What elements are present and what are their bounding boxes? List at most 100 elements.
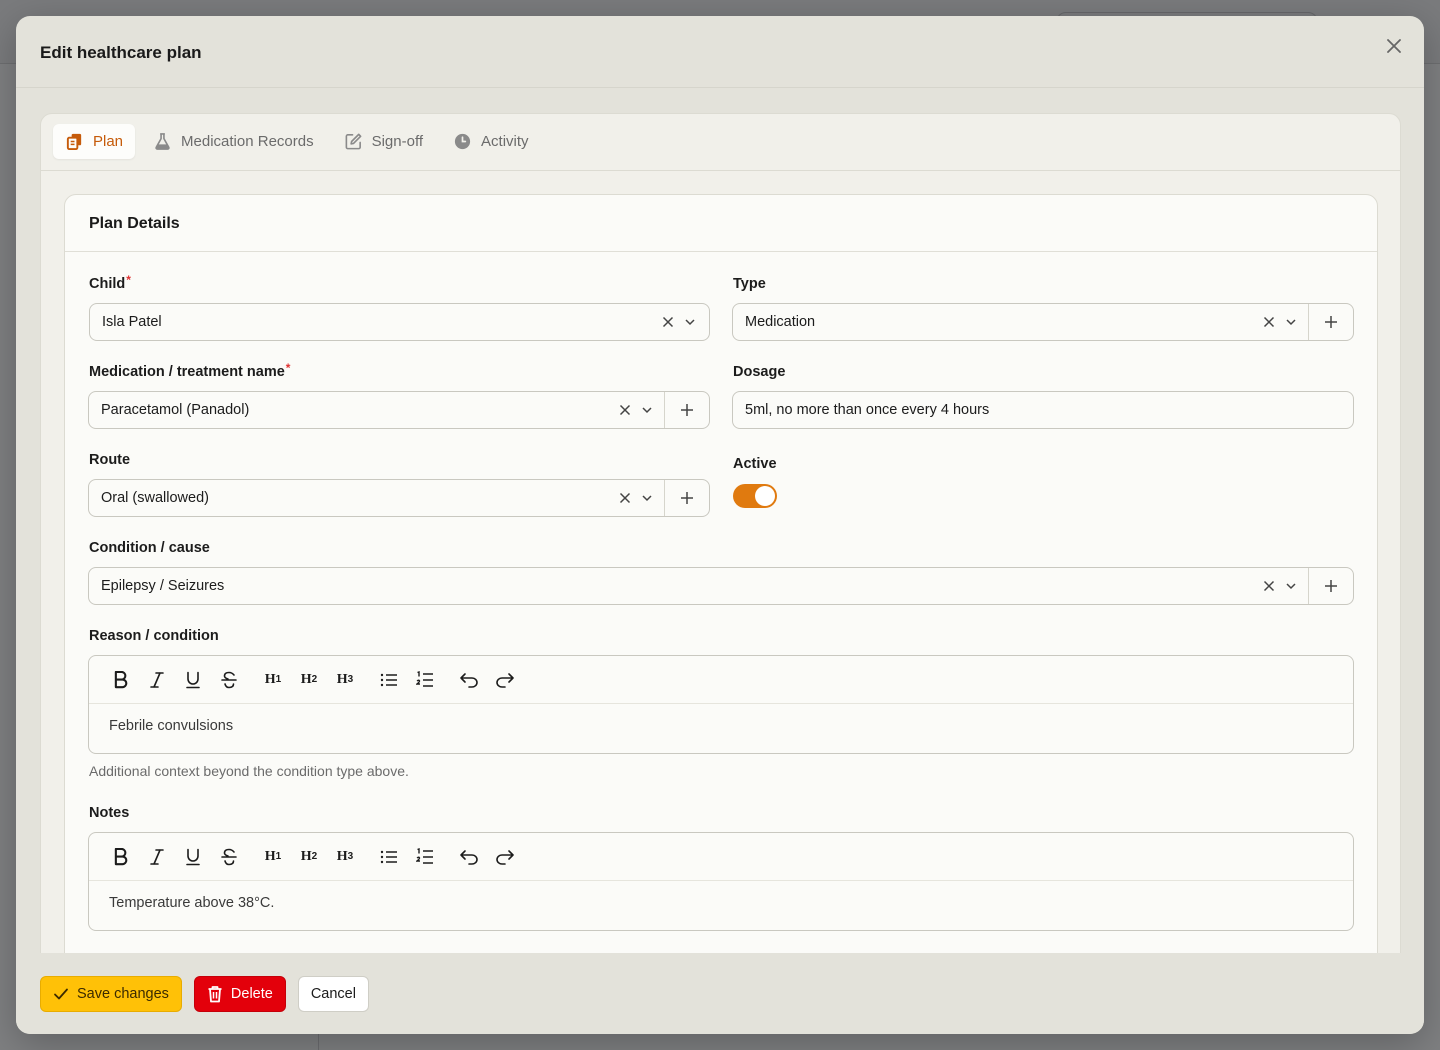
redo-icon — [496, 849, 514, 865]
chevron-down-icon[interactable] — [636, 487, 658, 509]
modal-footer: Save changes Delete Cancel — [16, 953, 1424, 1034]
add-type-button[interactable] — [1308, 304, 1353, 340]
heading-1-button[interactable]: H1 — [255, 665, 291, 695]
tab-activity[interactable]: Activity — [441, 124, 541, 159]
tab-sign-off[interactable]: Sign-off — [332, 124, 435, 159]
child-select[interactable]: Isla Patel — [89, 303, 710, 341]
chevron-down-icon[interactable] — [636, 399, 658, 421]
required-marker: * — [285, 361, 291, 375]
dosage-label: Dosage — [733, 364, 786, 380]
bold-button[interactable] — [103, 665, 139, 695]
add-medication-button[interactable] — [664, 392, 709, 428]
strikethrough-icon — [221, 671, 237, 688]
editor-toolbar: H1 H2 H3 — [89, 656, 1353, 704]
dosage-input[interactable] — [732, 391, 1354, 429]
italic-button[interactable] — [139, 842, 175, 872]
clear-icon[interactable] — [1258, 575, 1280, 597]
italic-icon — [150, 848, 164, 865]
condition-field: Condition / cause — [89, 540, 210, 560]
heading-2-button[interactable]: H2 — [291, 842, 327, 872]
heading-2-button[interactable]: H2 — [291, 665, 327, 695]
route-value: Oral (swallowed) — [101, 490, 209, 506]
undo-icon — [460, 672, 478, 688]
close-icon — [1387, 39, 1401, 53]
type-label: Type — [733, 276, 766, 292]
clock-icon — [454, 133, 471, 150]
tab-label: Sign-off — [371, 133, 424, 150]
active-label: Active — [733, 456, 777, 472]
bullet-list-button[interactable] — [371, 842, 407, 872]
underline-button[interactable] — [175, 842, 211, 872]
type-select[interactable]: Medication — [732, 303, 1354, 341]
medication-select[interactable]: Paracetamol (Panadol) — [88, 391, 710, 429]
condition-select[interactable]: Epilepsy / Seizures — [88, 567, 1354, 605]
ordered-list-icon — [416, 670, 433, 687]
route-label: Route — [89, 452, 131, 468]
heading-1-button[interactable]: H1 — [255, 842, 291, 872]
redo-button[interactable] — [487, 665, 523, 695]
add-route-button[interactable] — [664, 480, 709, 516]
condition-label: Condition / cause — [89, 540, 210, 556]
strikethrough-button[interactable] — [211, 842, 247, 872]
strikethrough-icon — [221, 848, 237, 865]
ordered-list-icon — [416, 847, 433, 864]
tab-label: Medication Records — [181, 133, 314, 150]
documents-icon — [66, 133, 82, 151]
close-button[interactable] — [1382, 34, 1406, 58]
ordered-list-button[interactable] — [407, 842, 443, 872]
condition-value: Epilepsy / Seizures — [101, 578, 225, 594]
cancel-button[interactable]: Cancel — [297, 975, 369, 1012]
modal-title: Edit healthcare plan — [40, 43, 202, 62]
save-changes-button[interactable]: Save changes — [40, 975, 182, 1012]
clear-icon[interactable] — [657, 311, 679, 333]
tab-plan[interactable]: Plan — [53, 124, 136, 159]
active-toggle[interactable] — [733, 484, 777, 508]
underline-icon — [186, 848, 200, 865]
route-select[interactable]: Oral (swallowed) — [88, 479, 710, 517]
bold-button[interactable] — [103, 842, 139, 872]
toggle-knob — [755, 486, 775, 506]
bullet-list-button[interactable] — [371, 665, 407, 695]
reason-content[interactable]: Febrile convulsions — [89, 704, 1353, 748]
child-value: Isla Patel — [102, 314, 162, 330]
delete-label: Delete — [230, 985, 273, 1002]
chevron-down-icon[interactable] — [1280, 575, 1302, 597]
underline-button[interactable] — [175, 665, 211, 695]
card-header: Plan Details — [65, 195, 1377, 252]
chevron-down-icon[interactable] — [679, 311, 701, 333]
flask-icon — [155, 133, 170, 150]
ordered-list-button[interactable] — [407, 665, 443, 695]
modal-body: Plan Medication Records Sign-off Activit… — [40, 113, 1401, 955]
clear-icon[interactable] — [614, 487, 636, 509]
undo-button[interactable] — [451, 842, 487, 872]
cancel-label: Cancel — [310, 985, 356, 1002]
redo-icon — [496, 672, 514, 688]
undo-button[interactable] — [451, 665, 487, 695]
medication-label: Medication / treatment name* — [89, 361, 291, 380]
route-field: Route — [89, 452, 130, 472]
tab-label: Activity — [481, 133, 529, 150]
redo-button[interactable] — [487, 842, 523, 872]
delete-button[interactable]: Delete — [193, 975, 286, 1012]
plan-details-card: Plan Details Child* Isla Patel Type Medi… — [64, 194, 1378, 954]
child-field: Child* — [89, 273, 131, 296]
chevron-down-icon[interactable] — [1280, 311, 1302, 333]
strikethrough-button[interactable] — [211, 665, 247, 695]
underline-icon — [186, 671, 200, 688]
check-icon — [54, 988, 68, 999]
clear-icon[interactable] — [1258, 311, 1280, 333]
plus-icon — [681, 404, 693, 416]
tab-medication-records[interactable]: Medication Records — [141, 124, 326, 159]
medication-field: Medication / treatment name* — [89, 361, 291, 384]
heading-3-button[interactable]: H3 — [327, 842, 363, 872]
medication-value: Paracetamol (Panadol) — [101, 402, 250, 418]
clear-icon[interactable] — [614, 399, 636, 421]
tab-label: Plan — [93, 133, 124, 150]
italic-button[interactable] — [139, 665, 175, 695]
trash-icon — [208, 985, 222, 1002]
reason-hint: Additional context beyond the condition … — [89, 763, 409, 779]
heading-3-button[interactable]: H3 — [327, 665, 363, 695]
save-label: Save changes — [77, 985, 169, 1002]
add-condition-button[interactable] — [1308, 568, 1353, 604]
notes-content[interactable]: Temperature above 38°C. — [89, 881, 1353, 925]
